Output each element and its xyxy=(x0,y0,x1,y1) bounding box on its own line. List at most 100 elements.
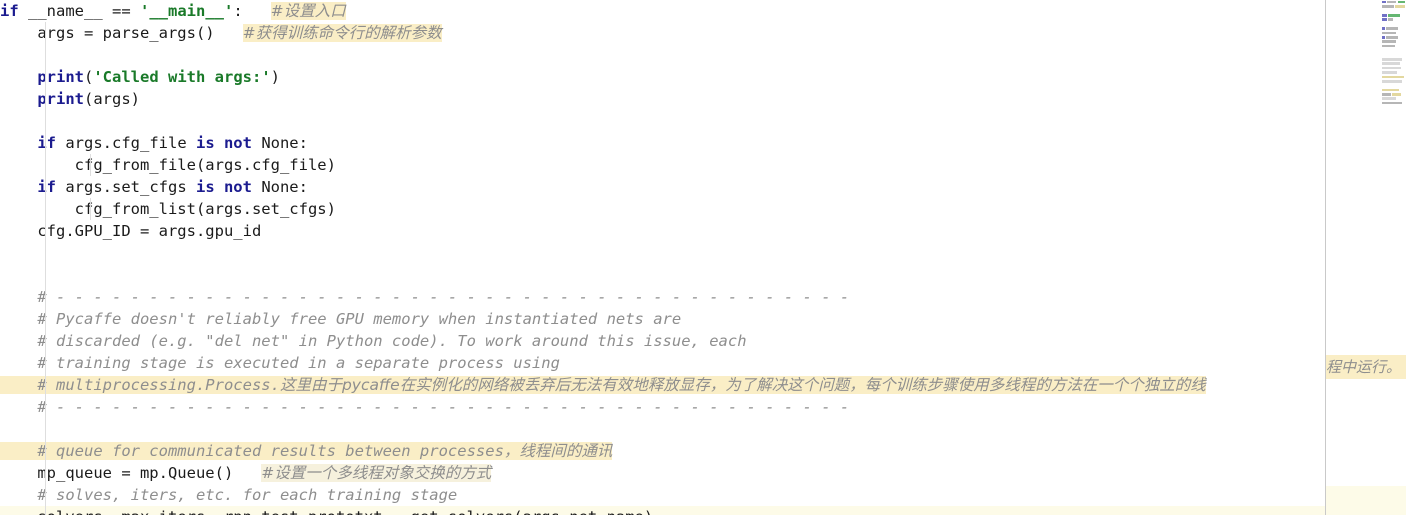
code-token: solvers, max_iters, rpn_test_prototxt = … xyxy=(0,508,653,515)
comment-token: # discarded (e.g. "del net" in Python co… xyxy=(0,332,747,350)
minimap-token xyxy=(1382,36,1385,39)
indent-guide xyxy=(45,506,46,515)
code-token: cfg_from_file(args.cfg_file) xyxy=(0,156,336,174)
minimap-token xyxy=(1382,71,1397,74)
minimap-token xyxy=(1386,36,1399,39)
code-token: ( xyxy=(84,68,94,86)
chinese-comment-token: 这里由于pycaffe在实例化的网络被丢弃后无法有效地释放显存，为了解决这个问题… xyxy=(279,376,1206,394)
code-line[interactable]: # solves, iters, etc. for each training … xyxy=(0,484,1325,506)
code-line[interactable]: # Pycaffe doesn't reliably free GPU memo… xyxy=(0,308,1325,330)
minimap-token xyxy=(1397,0,1405,4)
code-line[interactable]: solvers, max_iters, rpn_test_prototxt = … xyxy=(0,506,1325,515)
comment-token: # Pycaffe doesn't reliably free GPU memo… xyxy=(0,310,682,328)
indent-guide xyxy=(45,308,46,330)
indent-guide xyxy=(45,286,46,308)
code-token: ) xyxy=(270,68,280,86)
indent-guide xyxy=(45,396,46,418)
code-line[interactable]: # - - - - - - - - - - - - - - - - - - - … xyxy=(0,396,1325,418)
minimap-token xyxy=(1382,79,1402,83)
minimap-token xyxy=(1382,14,1387,17)
code-token: == xyxy=(112,2,140,20)
indent-guide xyxy=(45,352,46,374)
minimap-line xyxy=(1326,101,1406,105)
indent-guide xyxy=(45,22,46,44)
code-line[interactable]: mp_queue = mp.Queue() #设置一个多线程对象交换的方式 xyxy=(0,462,1325,484)
code-line[interactable]: # multiprocessing.Process.这里由于pycaffe在实例… xyxy=(0,374,1325,396)
code-token: cfg.GPU_ID = args.gpu_id xyxy=(0,222,262,240)
code-token: __name__ xyxy=(18,2,112,20)
code-token: None: xyxy=(251,134,308,152)
indent-guide xyxy=(45,264,46,286)
keyword-token: is not xyxy=(195,134,252,152)
code-line[interactable]: # - - - - - - - - - - - - - - - - - - - … xyxy=(0,286,1325,308)
code-token: args.set_cfgs xyxy=(56,178,196,196)
code-line[interactable]: cfg_from_list(args.set_cfgs) xyxy=(0,198,1325,220)
minimap-token xyxy=(1382,5,1394,8)
indent-guide xyxy=(45,154,46,176)
keyword-token: if xyxy=(37,134,56,152)
minimap-token xyxy=(1382,88,1399,92)
indent-guide xyxy=(90,154,91,176)
code-lines-container[interactable]: if __name__ == '__main__': #设置入口 args = … xyxy=(0,0,1325,515)
minimap-token xyxy=(1382,18,1387,22)
minimap-token xyxy=(1382,44,1395,48)
comment-token: # - - - - - - - - - - - - - - - - - - - … xyxy=(0,288,850,306)
code-token: (args) xyxy=(84,90,140,108)
minimap-token xyxy=(1382,62,1400,65)
minimap-token xyxy=(1382,97,1396,101)
minimap-token xyxy=(1382,101,1402,105)
indent-guide xyxy=(45,66,46,88)
code-line[interactable]: print('Called with args:') xyxy=(0,66,1325,88)
keyword-token: if xyxy=(0,2,19,20)
overflowing-comment-text: 程中运行。 xyxy=(1326,355,1406,379)
code-line[interactable] xyxy=(0,44,1325,66)
code-line[interactable]: if args.cfg_file is not None: xyxy=(0,132,1325,154)
code-line[interactable]: cfg.GPU_ID = args.gpu_id xyxy=(0,220,1325,242)
code-line[interactable] xyxy=(0,418,1325,440)
keyword-token: is not xyxy=(195,178,252,196)
indent-guide xyxy=(45,176,46,198)
minimap-token xyxy=(1382,66,1401,70)
code-line[interactable]: args = parse_args() #获得训练命令行的解析参数 xyxy=(0,22,1325,44)
code-token: None: xyxy=(251,178,308,196)
indent-guide xyxy=(45,220,46,242)
code-line[interactable]: # training stage is executed in a separa… xyxy=(0,352,1325,374)
chinese-comment-token: #获得训练命令行的解析参数 xyxy=(242,24,442,42)
minimap-token xyxy=(1382,57,1402,61)
code-token: mp_queue = mp.Queue() xyxy=(0,464,262,482)
indent-guide xyxy=(45,462,46,484)
minimap-rows xyxy=(1326,0,1406,105)
indent-guide xyxy=(45,110,46,132)
code-line[interactable]: # queue for communicated results between… xyxy=(0,440,1325,462)
indent-guide xyxy=(45,484,46,506)
code-line[interactable] xyxy=(0,242,1325,264)
code-editor-window: if __name__ == '__main__': #设置入口 args = … xyxy=(0,0,1406,515)
minimap-token xyxy=(1382,93,1391,96)
minimap-token xyxy=(1388,14,1401,17)
minimap-token xyxy=(1382,40,1396,43)
indent-guide xyxy=(45,418,46,440)
code-line[interactable] xyxy=(0,264,1325,286)
comment-token: # - - - - - - - - - - - - - - - - - - - … xyxy=(0,398,850,416)
code-line[interactable] xyxy=(0,110,1325,132)
minimap-token xyxy=(1387,0,1397,4)
code-line[interactable]: if __name__ == '__main__': #设置入口 xyxy=(0,0,1325,22)
code-line[interactable]: cfg_from_file(args.cfg_file) xyxy=(0,154,1325,176)
minimap-token xyxy=(1386,27,1399,30)
code-token: args = parse_args() xyxy=(0,24,243,42)
comment-token: # queue for communicated results between… xyxy=(0,442,504,460)
indent-guide xyxy=(45,330,46,352)
minimap-token xyxy=(1382,27,1385,30)
code-line[interactable]: if args.set_cfgs is not None: xyxy=(0,176,1325,198)
indent-guide xyxy=(45,440,46,462)
minimap-token xyxy=(1382,31,1396,35)
code-minimap[interactable] xyxy=(1326,0,1406,515)
chinese-comment-token: #设置入口 xyxy=(270,2,346,20)
code-line[interactable]: # discarded (e.g. "del net" in Python co… xyxy=(0,330,1325,352)
code-editor-pane[interactable]: if __name__ == '__main__': #设置入口 args = … xyxy=(0,0,1325,515)
indent-guide xyxy=(45,132,46,154)
code-line[interactable]: print(args) xyxy=(0,88,1325,110)
